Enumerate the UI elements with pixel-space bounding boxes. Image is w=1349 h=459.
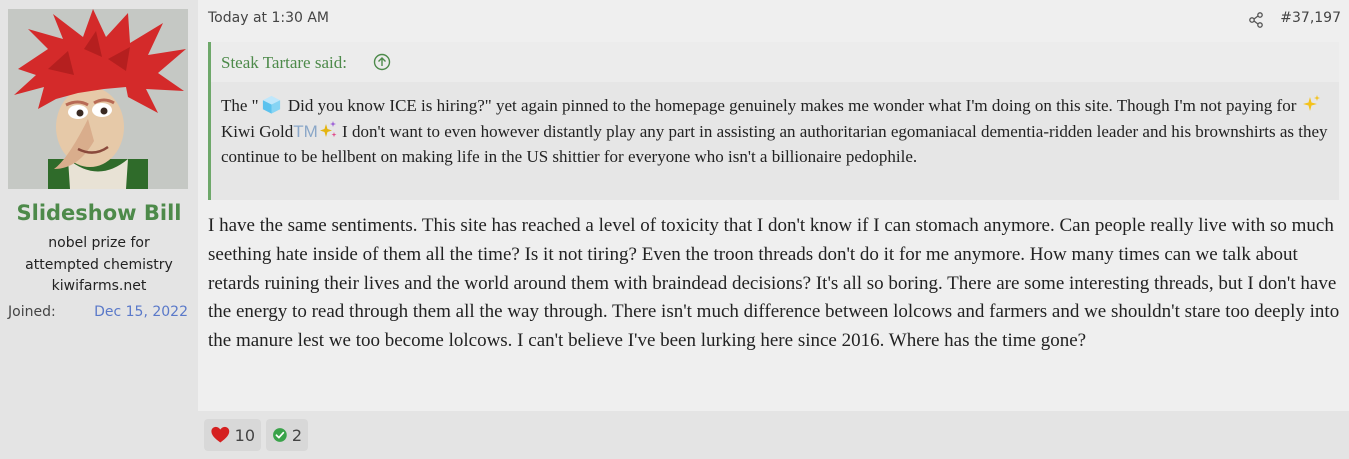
post-main: Today at 1:30 AM #37,197 Steak Tartare s…: [198, 0, 1349, 411]
user-title-line2: attempted chemistry: [25, 257, 173, 273]
kiwi-gold-label: Kiwi Gold: [221, 121, 294, 141]
quote-text-part-c: I don't want to even however distantly p…: [221, 121, 1328, 167]
user-info-panel: Slideshow Bill nobel prize for attempted…: [0, 0, 198, 459]
sparkles-icon: [1302, 95, 1320, 111]
quote-text: The " Did you know ICE is hiring?" yet a…: [221, 93, 1331, 170]
quote-header: Steak Tartare said:: [211, 42, 1339, 82]
user-title: nobel prize for attempted chemistry: [0, 232, 198, 276]
quote-text-part-b: Did you know ICE is hiring?" yet again p…: [283, 96, 1301, 115]
post-message: I have the same sentiments. This site ha…: [208, 215, 1340, 352]
arrow-up-circle-icon[interactable]: [373, 53, 391, 71]
reactions-bar: 10 2: [198, 411, 1349, 459]
reaction-agree[interactable]: 2: [266, 419, 308, 451]
reaction-heart-count: 10: [234, 425, 255, 445]
forum-post: Slideshow Bill nobel prize for attempted…: [0, 0, 1349, 459]
quote-text-part-a: The ": [221, 96, 259, 115]
post-date-link[interactable]: Today at 1:30 AM: [208, 10, 329, 26]
username-link[interactable]: Slideshow Bill: [0, 201, 198, 225]
quote-block: Steak Tartare said: The " Did you know I…: [208, 42, 1339, 200]
avatar-image: [8, 9, 188, 189]
share-icon[interactable]: [1248, 12, 1264, 28]
trademark-label: TM: [293, 121, 318, 141]
joined-label: Joined:: [8, 304, 56, 320]
avatar[interactable]: [8, 9, 188, 189]
post-number-link[interactable]: #37,197: [1280, 10, 1341, 26]
user-domain: kiwifarms.net: [51, 278, 147, 294]
reaction-heart[interactable]: 10: [204, 419, 261, 451]
checkmark-icon: [273, 428, 287, 442]
reaction-agree-count: 2: [291, 425, 302, 445]
joined-date: Dec 15, 2022: [94, 304, 188, 320]
heart-icon: [211, 426, 230, 443]
quote-author-link[interactable]: Steak Tartare said:: [221, 53, 347, 73]
user-title-line1: nobel prize for: [48, 235, 150, 251]
sparkles-icon-multicolor: [319, 120, 337, 137]
ice-cube-icon: [262, 95, 280, 114]
